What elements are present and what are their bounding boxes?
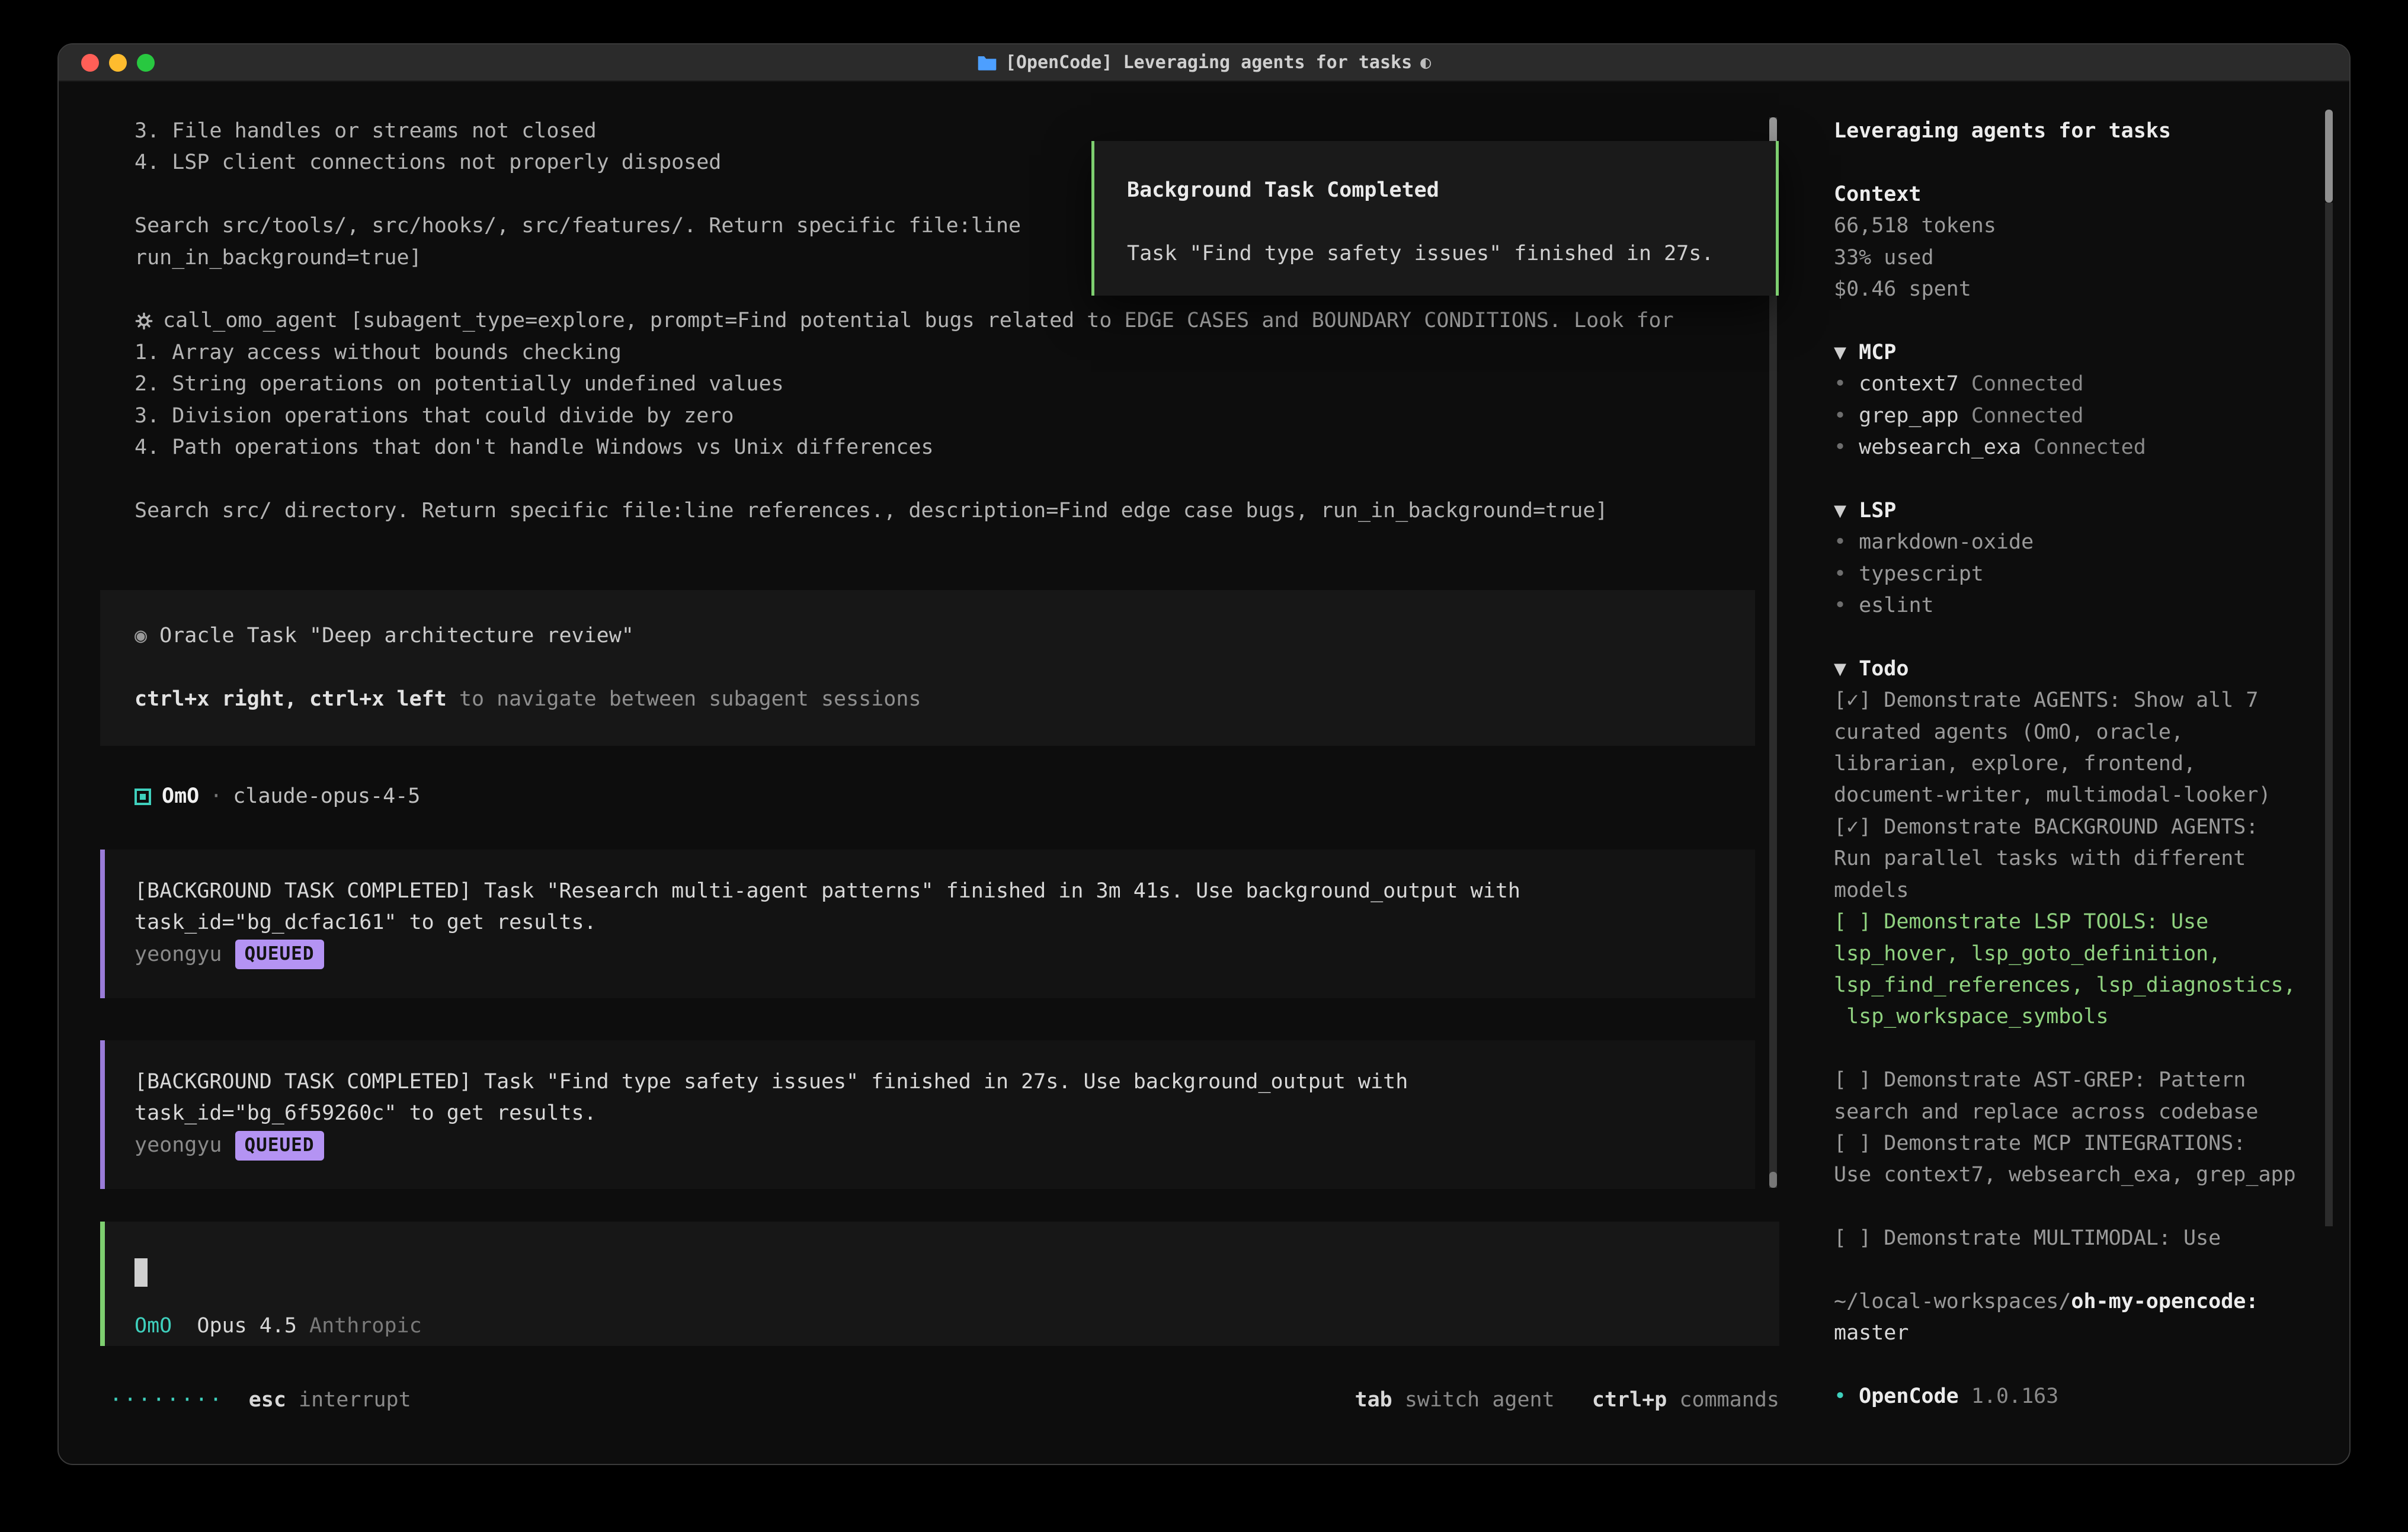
window-titlebar: [OpenCode] Leveraging agents for tasks ◐: [59, 44, 2349, 82]
notification-title: Background Task Completed: [1127, 175, 1764, 206]
sidebar-scrollbar-thumb[interactable]: [2325, 110, 2333, 203]
chat-pane: 3. File handles or streams not closed 4.…: [59, 82, 1810, 1464]
bullet-icon: •: [1834, 562, 1846, 586]
context-used: 33% used: [1834, 242, 2349, 274]
tab-key-hint: tab: [1355, 1384, 1392, 1416]
tool-call-line: call_omo_agent [subagent_type=explore, p…: [135, 305, 1779, 336]
window-title-text: [OpenCode] Leveraging agents for tasks: [1006, 52, 1412, 73]
agent-header: OmO · claude-opus-4-5: [135, 781, 1779, 812]
workspace-path: ~/local-workspaces/oh-my-opencode:: [1834, 1286, 2349, 1318]
mcp-item: • context7 Connected: [1834, 368, 2349, 400]
lsp-item: • markdown-oxide: [1834, 527, 2349, 558]
terminal-window: [OpenCode] Leveraging agents for tasks ◐…: [57, 43, 2351, 1465]
status-badge: QUEUED: [235, 940, 324, 969]
oracle-task-icon: ◉: [135, 624, 147, 648]
bullet-icon: •: [1834, 435, 1846, 459]
gear-icon: [135, 312, 153, 331]
todo-item: [ ] Demonstrate MCP INTEGRATIONS: Use co…: [1834, 1128, 2349, 1191]
message-text: [BACKGROUND TASK COMPLETED] Task "Find t…: [135, 1066, 1743, 1130]
message-text: [BACKGROUND TASK COMPLETED] Task "Resear…: [135, 876, 1743, 939]
todo-item: [✓] Demonstrate BACKGROUND AGENTS: Run p…: [1834, 812, 2349, 906]
notification-body: Task "Find type safety issues" finished …: [1127, 238, 1764, 270]
message-input[interactable]: OmO Opus 4.5 Anthropic: [100, 1222, 1779, 1346]
mcp-section-header[interactable]: ▼ MCP: [1834, 337, 2349, 368]
message-block: [BACKGROUND TASK COMPLETED] Task "Find t…: [100, 1040, 1755, 1189]
message-author: yeongyu: [135, 939, 222, 970]
mcp-item: • grep_app Connected: [1834, 400, 2349, 432]
activity-indicator-icon: ◐: [1420, 52, 1431, 73]
bullet-icon: •: [1834, 372, 1846, 396]
bullet-icon: •: [1834, 404, 1846, 428]
agent-name: OmO: [162, 781, 199, 812]
subagent-nav-hint: ctrl+x right, ctrl+x left to navigate be…: [135, 684, 1743, 715]
background-task-notification[interactable]: Background Task Completed Task "Find typ…: [1091, 141, 1779, 296]
todo-item: [ ] Demonstrate MULTIMODAL: Use: [1834, 1223, 2349, 1254]
todo-section-header[interactable]: ▼ Todo: [1834, 653, 2349, 685]
status-bar: ········ esc interrupt tab switch agent …: [110, 1384, 1779, 1416]
commands-key-hint: ctrl+p: [1592, 1384, 1667, 1416]
todo-item: [✓] Demonstrate AGENTS: Show all 7 curat…: [1834, 685, 2349, 812]
transcript-text: 1. Array access without bounds checking …: [135, 337, 1779, 527]
context-spent: $0.46 spent: [1834, 274, 2349, 305]
minimize-button[interactable]: [109, 54, 127, 72]
chevron-down-icon: ▼: [1834, 499, 1846, 523]
traffic-lights: [81, 44, 155, 81]
app-version: • OpenCode 1.0.163: [1834, 1381, 2349, 1412]
bullet-icon: •: [1834, 1384, 1846, 1408]
lsp-item: • eslint: [1834, 590, 2349, 621]
zoom-button[interactable]: [137, 54, 155, 72]
message-block: [BACKGROUND TASK COMPLETED] Task "Resear…: [100, 850, 1755, 998]
session-sidebar: Leveraging agents for tasks Context 66,5…: [1810, 82, 2349, 1464]
sidebar-scrollbar-track[interactable]: [2325, 203, 2333, 1226]
git-branch: master: [1834, 1321, 1909, 1345]
tool-call-text: call_omo_agent [subagent_type=explore, p…: [163, 305, 1674, 336]
todo-item: [ ] Demonstrate AST-GREP: Pattern search…: [1834, 1065, 2349, 1128]
session-title: Leveraging agents for tasks: [1834, 116, 2349, 147]
mcp-item: • websearch_exa Connected: [1834, 432, 2349, 463]
esc-key-hint: esc: [249, 1384, 286, 1416]
chevron-down-icon: ▼: [1834, 657, 1846, 681]
bullet-icon: •: [1834, 530, 1846, 554]
lsp-section-header[interactable]: ▼ LSP: [1834, 495, 2349, 527]
model-selector[interactable]: OmO Opus 4.5 Anthropic: [135, 1310, 422, 1342]
agent-icon: [135, 789, 151, 805]
oracle-task-title: ◉ Oracle Task "Deep architecture review": [135, 620, 1743, 652]
window-title: [OpenCode] Leveraging agents for tasks ◐: [977, 52, 1431, 73]
close-button[interactable]: [81, 54, 99, 72]
context-heading: Context: [1834, 179, 2349, 210]
status-badge: QUEUED: [235, 1131, 324, 1161]
oracle-task-panel: ◉ Oracle Task "Deep architecture review"…: [100, 590, 1755, 746]
chat-scrollbar-end[interactable]: [1769, 1172, 1777, 1188]
bullet-icon: •: [1834, 594, 1846, 617]
lsp-item: • typescript: [1834, 559, 2349, 590]
context-tokens: 66,518 tokens: [1834, 210, 2349, 242]
chevron-down-icon: ▼: [1834, 341, 1846, 364]
text-cursor: [135, 1258, 148, 1287]
message-author: yeongyu: [135, 1130, 222, 1161]
spinner-icon: ········: [110, 1384, 224, 1416]
todo-item-active: [ ] Demonstrate LSP TOOLS: Use lsp_hover…: [1834, 906, 2349, 1033]
agent-model: claude-opus-4-5: [233, 781, 420, 812]
folder-icon: [977, 55, 997, 71]
